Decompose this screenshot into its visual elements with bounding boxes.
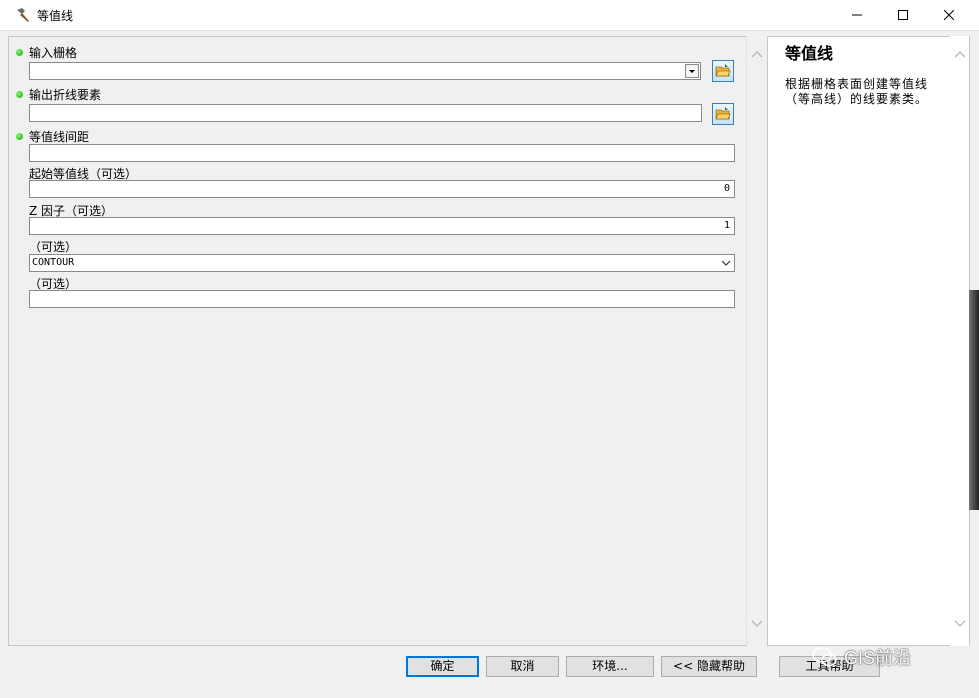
- open-folder-icon: [715, 64, 731, 77]
- hide-help-button[interactable]: << 隐藏帮助: [661, 656, 757, 677]
- maximize-icon: [898, 10, 908, 20]
- output-polyline-field[interactable]: [29, 104, 702, 122]
- help-pane: [767, 36, 970, 646]
- cancel-button[interactable]: 取消: [486, 656, 559, 677]
- open-folder-icon: [715, 107, 731, 120]
- help-title: 等值线: [785, 44, 834, 63]
- tool-dialog: 等值线 输入栅格 输出折线要素 等值线间距 起始等值线（可选） 0 Z 因子（可…: [0, 0, 979, 698]
- environments-button[interactable]: 环境...: [566, 656, 654, 677]
- help-scrollbar[interactable]: [950, 36, 969, 646]
- ok-button[interactable]: 确定: [406, 656, 479, 677]
- maximize-button[interactable]: [880, 0, 926, 30]
- wechat-icon: [812, 647, 837, 667]
- chevron-up-icon[interactable]: [954, 50, 966, 58]
- minimize-button[interactable]: [834, 0, 880, 30]
- parameters-scrollbar[interactable]: [746, 36, 766, 646]
- minimize-icon: [852, 14, 862, 16]
- contour-type-label: （可选）: [29, 240, 78, 254]
- close-button[interactable]: [926, 0, 972, 30]
- browse-output-button[interactable]: [712, 103, 734, 125]
- base-contour-field[interactable]: 0: [29, 180, 735, 198]
- chevron-down-icon[interactable]: [751, 620, 763, 628]
- chevron-up-icon[interactable]: [751, 50, 763, 58]
- browse-input-raster-button[interactable]: [712, 60, 734, 82]
- watermark-text: GIS前沿: [844, 648, 912, 668]
- parameters-pane: [8, 36, 765, 646]
- title-bar: 等值线: [0, 0, 979, 31]
- hammer-icon: [14, 6, 32, 24]
- close-icon: [944, 10, 954, 20]
- required-indicator-icon: [16, 133, 23, 140]
- contour-interval-field[interactable]: [29, 144, 735, 162]
- help-description: 根据栅格表面创建等值线（等高线）的线要素类。: [785, 77, 929, 106]
- contour-interval-label: 等值线间距: [29, 130, 90, 144]
- dropdown-arrow-button[interactable]: [685, 64, 699, 78]
- window-title: 等值线: [37, 9, 74, 23]
- input-raster-label: 输入栅格: [29, 46, 78, 60]
- max-vertices-field[interactable]: [29, 290, 735, 308]
- required-indicator-icon: [16, 49, 23, 56]
- contour-type-select[interactable]: CONTOUR: [29, 254, 735, 272]
- chevron-down-icon: [721, 260, 731, 266]
- triangle-down-icon: [689, 70, 695, 73]
- chevron-down-icon[interactable]: [954, 620, 966, 628]
- required-indicator-icon: [16, 91, 23, 98]
- output-polyline-label: 输出折线要素: [29, 88, 102, 102]
- z-factor-field[interactable]: 1: [29, 217, 735, 235]
- input-raster-combobox[interactable]: [29, 62, 701, 80]
- background-edge: [969, 290, 979, 510]
- watermark: GIS前沿: [812, 644, 911, 670]
